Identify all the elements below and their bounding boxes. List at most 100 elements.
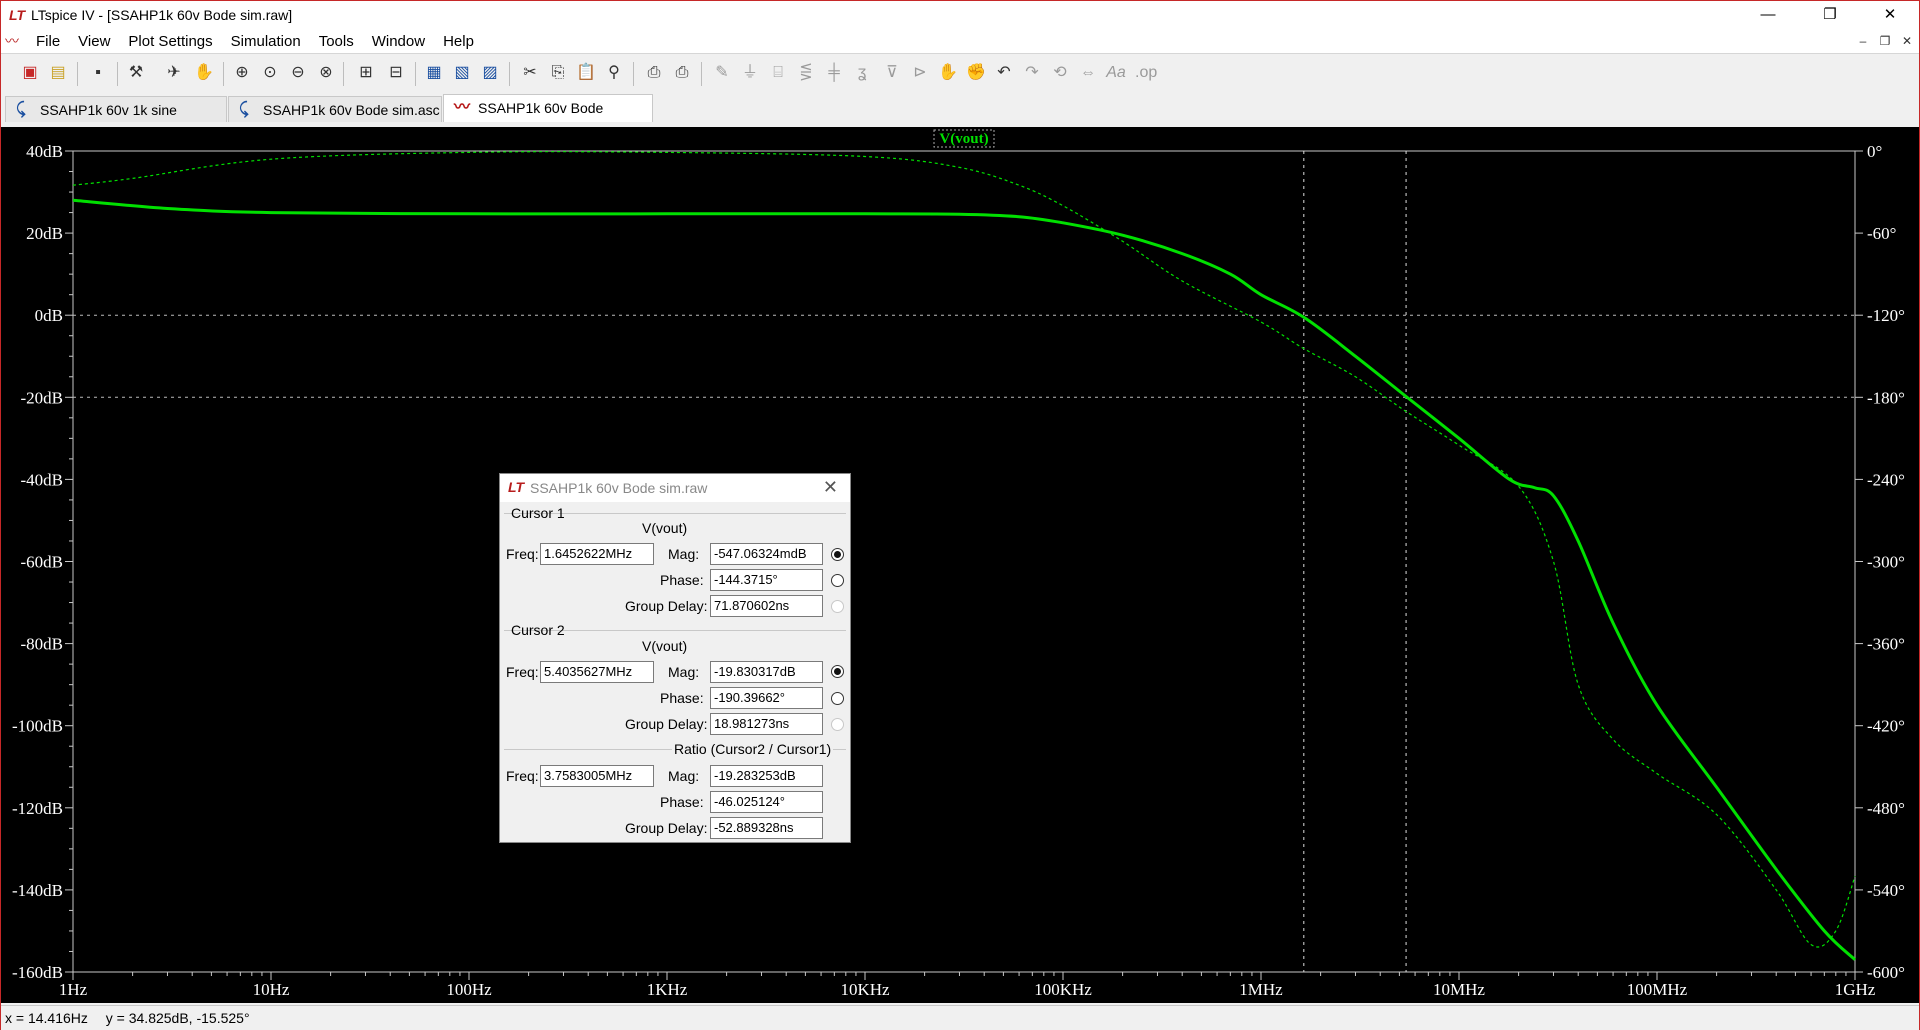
menu-view[interactable]: View bbox=[69, 33, 119, 50]
cursor-dialog-title: SSAHP1k 60v Bode sim.raw bbox=[530, 480, 708, 496]
document-tabs: ⤹ SSAHP1k 60v 1k sine sim.asc ⤹ SSAHP1k … bbox=[1, 94, 1919, 144]
new-schematic-icon[interactable]: ▣ bbox=[19, 62, 41, 84]
move-icon[interactable]: ✋ bbox=[937, 62, 959, 84]
drag-icon[interactable]: ✊ bbox=[965, 62, 987, 84]
trace-label[interactable]: V(vout) bbox=[939, 131, 988, 147]
waveform-plot[interactable]: 40dB 20dB 0dB -20dB -40dB -60dB -80dB -100dB -12… bbox=[1, 127, 1919, 1003]
minimize-button[interactable]: — bbox=[1745, 1, 1791, 29]
menu-tools[interactable]: Tools bbox=[310, 33, 363, 50]
run-icon[interactable]: ✈ bbox=[163, 62, 185, 84]
diode-icon[interactable]: ⊽ bbox=[881, 62, 903, 84]
cursor1-mag-label: Mag: bbox=[668, 546, 700, 562]
y-tick-label-left: -120dB bbox=[12, 799, 63, 818]
x-tick-label: 1Hz bbox=[59, 980, 88, 999]
label-net-icon[interactable]: ⌸ bbox=[767, 62, 789, 84]
restore-button[interactable]: ❐ bbox=[1807, 1, 1853, 29]
mdi-close-button[interactable]: ✕ bbox=[1897, 31, 1917, 51]
x-tick-label: 100Hz bbox=[446, 980, 492, 999]
cursor2-freq-label: Freq: bbox=[506, 664, 539, 680]
cursor2-mag-field: -19.830317dB bbox=[710, 661, 823, 683]
cursor2-gd-radio[interactable] bbox=[831, 718, 844, 731]
paste-icon[interactable]: 📋 bbox=[575, 62, 597, 84]
spice-directive-icon[interactable]: .op bbox=[1135, 62, 1157, 84]
mdi-restore-button[interactable]: ❐ bbox=[1875, 31, 1895, 51]
tab-bode-sim-raw[interactable]: 〰 SSAHP1k 60v Bode sim.raw bbox=[443, 94, 653, 142]
menu-simulation[interactable]: Simulation bbox=[222, 33, 310, 50]
cursor1-mag-radio[interactable] bbox=[831, 548, 844, 561]
zoom-out-icon[interactable]: ⊖ bbox=[287, 62, 309, 84]
close-button[interactable]: ✕ bbox=[1867, 1, 1913, 29]
ratio-mag-label: Mag: bbox=[668, 768, 700, 784]
draw-wire-icon[interactable]: ✎ bbox=[711, 62, 733, 84]
status-y-readout: y = 34.825dB, -15.525° bbox=[105, 1010, 250, 1026]
schematic-icon: ⤹ bbox=[16, 101, 26, 118]
tile-vertical-icon[interactable]: ▨ bbox=[479, 62, 501, 84]
menu-bar: 〰 File View Plot Settings Simulation Too… bbox=[1, 29, 1919, 53]
zoom-in-icon[interactable]: ⊕ bbox=[231, 62, 253, 84]
close-icon[interactable]: ✕ bbox=[823, 477, 838, 498]
capacitor-icon[interactable]: ╪ bbox=[823, 62, 845, 84]
redo-icon[interactable]: ↷ bbox=[1021, 62, 1043, 84]
x-tick-label: 10MHz bbox=[1433, 980, 1485, 999]
bode-plot-svg[interactable]: 40dB 20dB 0dB -20dB -40dB -60dB -80dB -100dB -12… bbox=[1, 127, 1919, 1003]
menu-help[interactable]: Help bbox=[434, 33, 483, 50]
y-tick-label-right: -360° bbox=[1867, 635, 1905, 654]
y-tick-label-left: 20dB bbox=[26, 224, 63, 243]
cursor1-gd-radio[interactable] bbox=[831, 600, 844, 613]
zoom-fit-icon[interactable]: ⊗ bbox=[315, 62, 337, 84]
find-icon[interactable]: ⚲ bbox=[603, 62, 625, 84]
y-tick-label-left: -80dB bbox=[21, 635, 64, 654]
cursor2-phase-label: Phase: bbox=[660, 690, 704, 706]
grid-icon[interactable]: ⊟ bbox=[385, 62, 407, 84]
y-tick-label-left: -60dB bbox=[21, 553, 64, 572]
cursor1-header: Cursor 1 bbox=[511, 505, 565, 521]
cursor2-mag-radio[interactable] bbox=[831, 665, 844, 678]
y-tick-label-right: -420° bbox=[1867, 717, 1905, 736]
tab-sine-sim-asc[interactable]: ⤹ SSAHP1k 60v 1k sine sim.asc bbox=[5, 96, 227, 144]
cursor1-phase-radio[interactable] bbox=[831, 574, 844, 587]
window-title: LTspice IV - [SSAHP1k 60v Bode sim.raw] bbox=[31, 7, 293, 23]
y-tick-label-left: -20dB bbox=[21, 388, 64, 407]
cursor1-freq-field[interactable]: 1.6452622MHz bbox=[540, 543, 654, 565]
cursor2-mag-label: Mag: bbox=[668, 664, 700, 680]
phase-trace bbox=[72, 151, 1856, 948]
tab-bode-sim-asc[interactable]: ⤹ SSAHP1k 60v Bode sim.asc bbox=[228, 96, 442, 122]
cursor2-gd-field: 18.981273ns bbox=[710, 713, 823, 735]
status-x-readout: x = 14.416Hz bbox=[5, 1010, 88, 1026]
cursor2-phase-radio[interactable] bbox=[831, 692, 844, 705]
resistor-icon[interactable]: ⋚ bbox=[795, 62, 817, 84]
cursor-dialog-titlebar: LT SSAHP1k 60v Bode sim.raw ✕ bbox=[500, 474, 850, 502]
save-icon[interactable]: ▪ bbox=[87, 62, 109, 84]
tile-horizontal-icon[interactable]: ▦ bbox=[423, 62, 445, 84]
mirror-icon[interactable]: ⇔ bbox=[1077, 62, 1099, 84]
menu-plot-settings[interactable]: Plot Settings bbox=[119, 33, 221, 50]
waveform-doc-icon[interactable]: 〰 bbox=[5, 31, 27, 51]
cascade-icon[interactable]: ▧ bbox=[451, 62, 473, 84]
zoom-area-icon[interactable]: ⊙ bbox=[259, 62, 281, 84]
rotate-icon[interactable]: ⟲ bbox=[1049, 62, 1071, 84]
print-icon[interactable]: ⎙ bbox=[671, 62, 693, 84]
mdi-minimize-button[interactable]: – bbox=[1853, 31, 1873, 51]
cursor2-freq-field[interactable]: 5.4035627MHz bbox=[540, 661, 654, 683]
cursor2-gd-label: Group Delay: bbox=[625, 716, 708, 732]
copy-icon[interactable]: ⎘ bbox=[547, 62, 569, 84]
x-tick-label: 100KHz bbox=[1034, 980, 1092, 999]
inductor-icon[interactable]: ʓ bbox=[851, 62, 873, 84]
print-setup-icon[interactable]: ⎙ bbox=[643, 62, 665, 84]
halt-icon[interactable]: ✋ bbox=[193, 62, 215, 84]
y-tick-label-left: -160dB bbox=[12, 963, 63, 982]
menu-file[interactable]: File bbox=[27, 33, 69, 50]
component-icon[interactable]: ⊳ bbox=[909, 62, 931, 84]
control-panel-icon[interactable]: ⚒ bbox=[125, 62, 147, 84]
x-tick-label: 10KHz bbox=[840, 980, 890, 999]
cursor1-freq-label: Freq: bbox=[506, 546, 539, 562]
text-icon[interactable]: Aa bbox=[1105, 62, 1127, 84]
cut-icon[interactable]: ✂ bbox=[519, 62, 541, 84]
y-tick-label-right: -60° bbox=[1867, 224, 1896, 243]
ground-icon[interactable]: ⏚ bbox=[739, 62, 761, 84]
open-icon[interactable]: ▤ bbox=[47, 62, 69, 84]
autorange-icon[interactable]: ⊞ bbox=[355, 62, 377, 84]
menu-window[interactable]: Window bbox=[363, 33, 434, 50]
x-tick-label: 1KHz bbox=[647, 980, 688, 999]
undo-icon[interactable]: ↶ bbox=[993, 62, 1015, 84]
